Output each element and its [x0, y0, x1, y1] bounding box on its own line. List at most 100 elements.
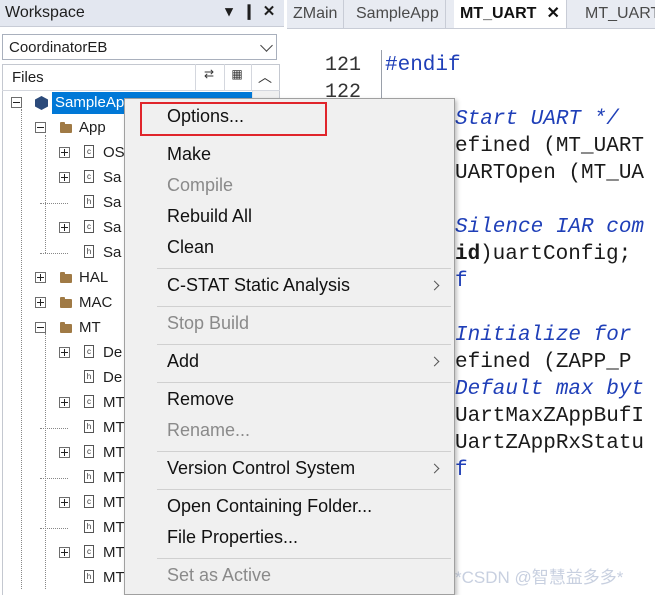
menu-item-file-properties[interactable]: File Properties...: [125, 523, 454, 553]
expand-icon[interactable]: [35, 297, 46, 308]
tree-file[interactable]: MT: [103, 417, 125, 439]
close-icon[interactable]: ✕: [260, 2, 278, 20]
tab-label: SampleApp: [356, 5, 439, 22]
tree-folder-app[interactable]: App: [79, 117, 106, 139]
line-number: 121: [324, 54, 361, 77]
dropdown-icon[interactable]: ▾: [220, 2, 238, 20]
h-file-icon: h: [84, 420, 94, 433]
menu-item-label: Rename...: [167, 420, 251, 440]
menu-item-label: File Properties...: [167, 527, 299, 547]
tree-line: [40, 203, 68, 204]
menu-item-stop-build: Stop Build: [125, 309, 454, 339]
close-tab-icon[interactable]: ✕: [546, 5, 559, 22]
configuration-select[interactable]: CoordinatorEB: [2, 34, 277, 60]
workspace-title: Workspace: [5, 4, 85, 21]
menu-item-label: C-STAT Static Analysis: [167, 275, 351, 295]
tab-mt-uart-active[interactable]: MT_UART ✕: [454, 0, 567, 28]
expand-icon[interactable]: [35, 272, 46, 283]
code-keyword: id: [455, 243, 481, 266]
menu-separator: [157, 382, 451, 383]
tree-line: [21, 109, 22, 589]
chevron-right-icon: [429, 463, 440, 474]
tree-file[interactable]: Sa: [103, 217, 121, 239]
menu-item-cstat[interactable]: C-STAT Static Analysis: [125, 271, 454, 301]
tree-file[interactable]: MT: [103, 567, 125, 589]
scroll-up-icon[interactable]: ︿: [254, 67, 276, 87]
tree-file[interactable]: Sa: [103, 167, 121, 189]
tree-file[interactable]: MT: [103, 442, 125, 464]
c-file-icon: c: [84, 545, 94, 558]
menu-item-compile: Compile: [125, 171, 454, 201]
tree-line: [40, 428, 68, 429]
tab-label: MT_UART: [460, 5, 537, 22]
tree-folder-mt[interactable]: MT: [79, 317, 101, 339]
collapse-icon[interactable]: [35, 322, 46, 333]
tree-file[interactable]: Sa: [103, 242, 121, 264]
sort-icon[interactable]: ⇄: [198, 67, 220, 87]
menu-separator: [157, 558, 451, 559]
tree-folder-hal[interactable]: HAL: [79, 267, 108, 289]
expand-icon[interactable]: [59, 547, 70, 558]
collapse-icon[interactable]: [11, 97, 22, 108]
menu-item-clean[interactable]: Clean: [125, 233, 454, 263]
expand-icon[interactable]: [59, 447, 70, 458]
tab-label: ZMain: [293, 5, 338, 22]
menu-item-label: Add: [167, 351, 200, 371]
h-file-icon: h: [84, 195, 94, 208]
tree-line: [40, 253, 68, 254]
tree-line: [40, 528, 68, 529]
code-line: UartMaxZAppBufI: [455, 405, 645, 428]
menu-item-label: Make: [167, 144, 212, 164]
menu-item-make[interactable]: Make: [125, 140, 454, 170]
folder-icon: [60, 297, 72, 308]
menu-item-add[interactable]: Add: [125, 347, 454, 377]
expand-icon[interactable]: [59, 222, 70, 233]
menu-item-label: Set as Active: [167, 565, 272, 585]
expand-icon[interactable]: [59, 397, 70, 408]
c-file-icon: c: [84, 170, 94, 183]
expand-icon[interactable]: [59, 347, 70, 358]
menu-separator: [157, 451, 451, 452]
expand-icon[interactable]: [59, 497, 70, 508]
expand-icon[interactable]: [59, 172, 70, 183]
tree-file[interactable]: MT: [103, 542, 125, 564]
workspace-titlebar: Workspace ▾ ❙ ✕: [0, 0, 284, 27]
code-line: )uartConfig;: [480, 243, 632, 266]
folder-icon: [60, 272, 72, 283]
folder-icon: [60, 122, 72, 133]
code-line: f: [455, 459, 468, 482]
tree-file[interactable]: MT: [103, 517, 125, 539]
tab-mt-uart[interactable]: MT_UART: [579, 0, 655, 28]
build-status-icon[interactable]: ▦: [226, 67, 248, 87]
tree-file[interactable]: OS: [103, 142, 125, 164]
expand-icon[interactable]: [59, 147, 70, 158]
tree-file[interactable]: Sa: [103, 192, 121, 214]
collapse-icon[interactable]: [35, 122, 46, 133]
tab-zmain[interactable]: ZMain: [287, 0, 345, 28]
tree-folder-mac[interactable]: MAC: [79, 292, 112, 314]
menu-item-open-folder[interactable]: Open Containing Folder...: [125, 492, 454, 522]
tree-file[interactable]: MT: [103, 467, 125, 489]
tree-file[interactable]: MT: [103, 392, 125, 414]
menu-item-version-control[interactable]: Version Control System: [125, 454, 454, 484]
menu-item-label: Version Control System: [167, 458, 356, 478]
h-file-icon: h: [84, 570, 94, 583]
tree-file[interactable]: MT: [103, 492, 125, 514]
tree-line: [40, 478, 68, 479]
watermark: *CSDN @智慧益多多*: [455, 568, 624, 587]
project-label: SampleApp: [55, 94, 133, 111]
menu-item-rename: Rename...: [125, 416, 454, 446]
code-line: efined (ZAPP_P: [455, 351, 632, 374]
menu-item-remove[interactable]: Remove: [125, 385, 454, 415]
tree-file[interactable]: De: [103, 342, 122, 364]
h-file-icon: h: [84, 245, 94, 258]
chevron-down-icon: [260, 39, 273, 52]
tree-file[interactable]: De: [103, 367, 122, 389]
pin-icon[interactable]: ❙: [240, 2, 258, 20]
code-line: UARTOpen (MT_UA: [455, 162, 645, 185]
menu-item-label: Compile: [167, 175, 234, 195]
menu-item-rebuild-all[interactable]: Rebuild All: [125, 202, 454, 232]
menu-separator: [157, 344, 451, 345]
configuration-value: CoordinatorEB: [9, 39, 108, 56]
tab-sampleapp[interactable]: SampleApp: [350, 0, 446, 28]
